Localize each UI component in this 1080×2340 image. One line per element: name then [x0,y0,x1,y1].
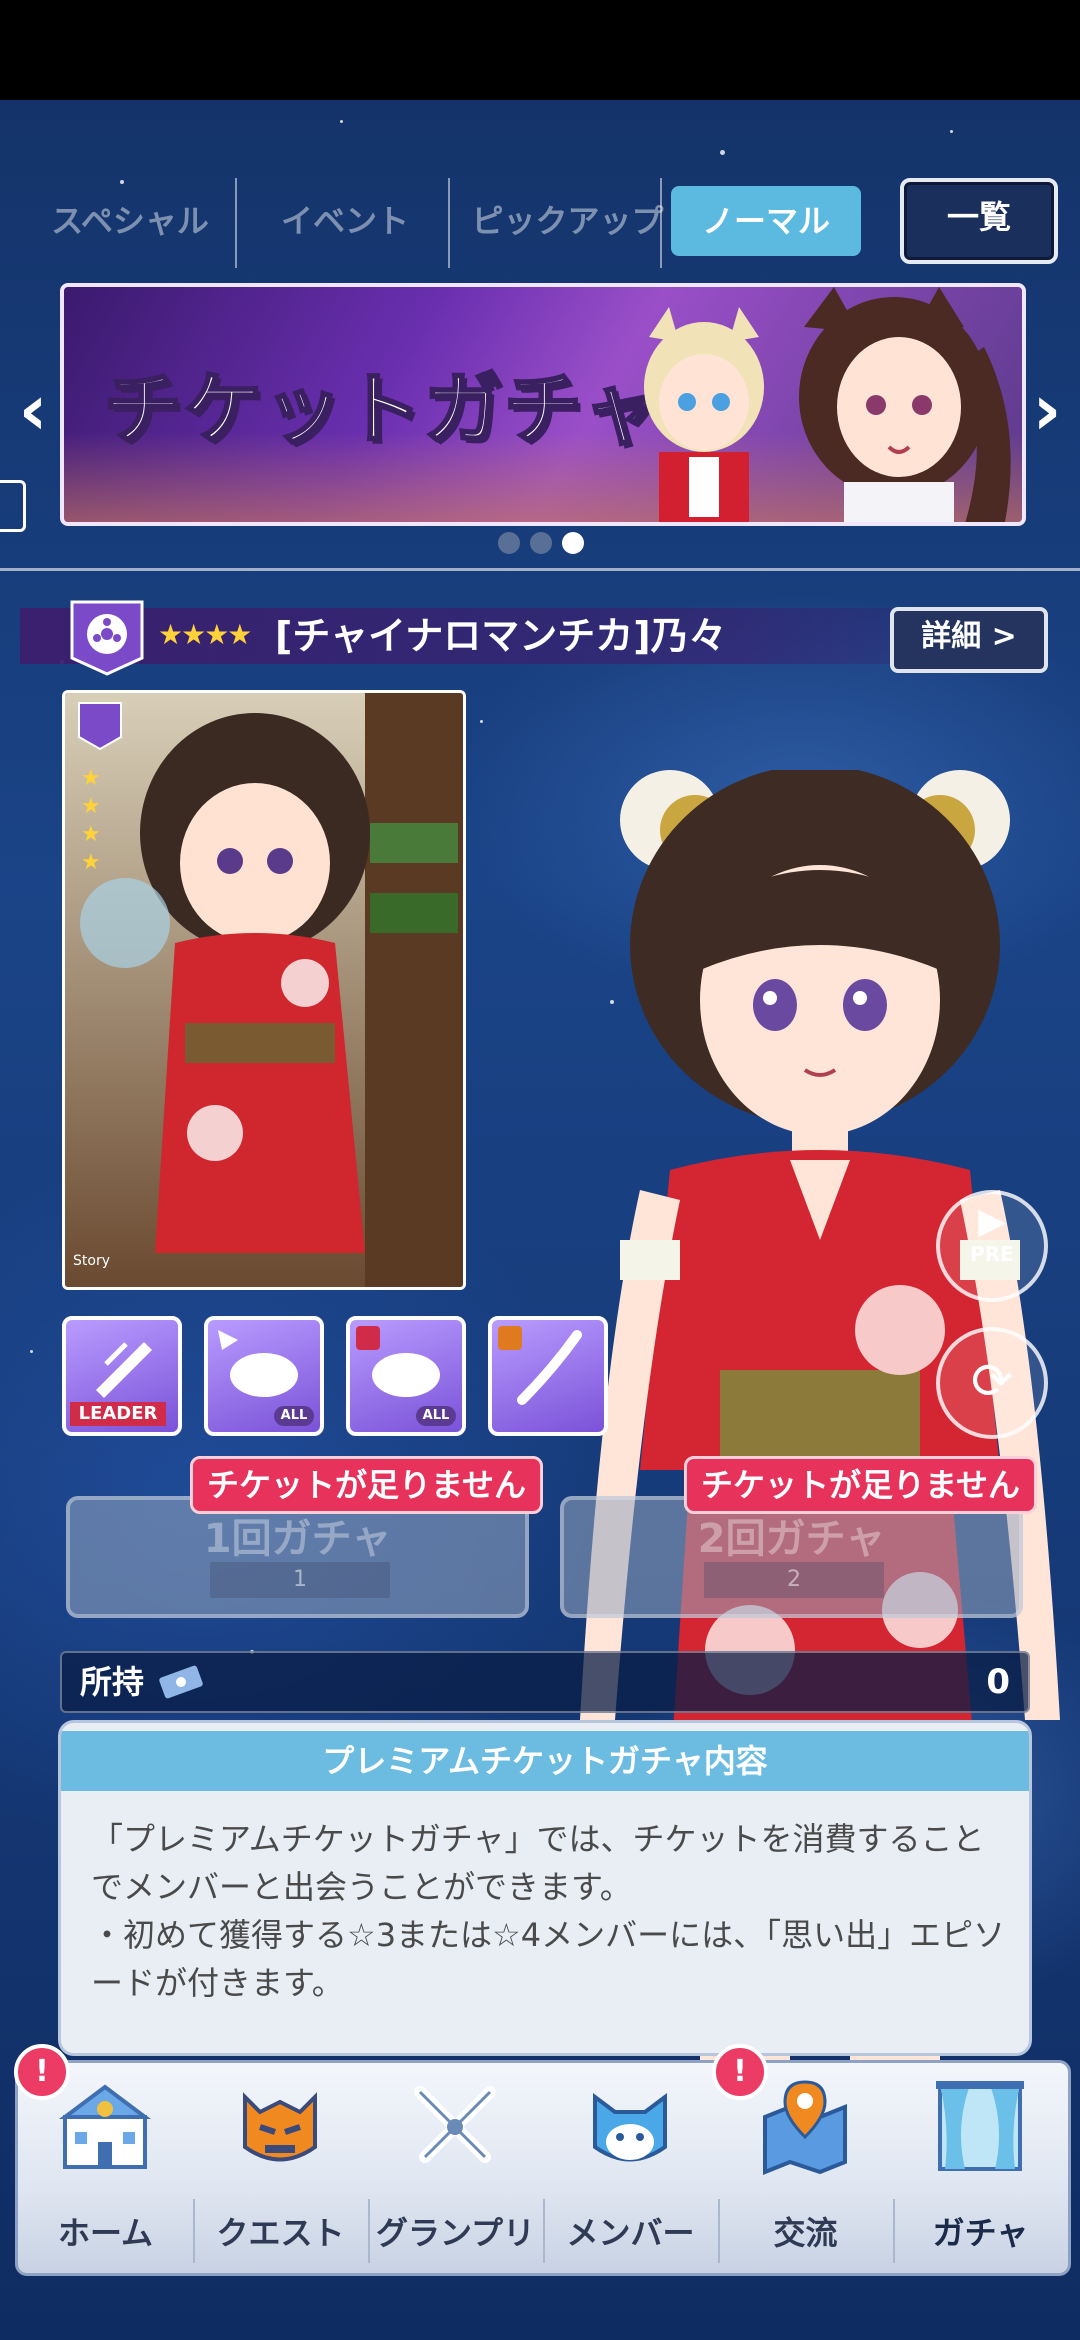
claw-slash-icon [498,1326,582,1405]
nav-grandprix[interactable]: グランプリ [368,2063,543,2273]
pagination-dot-active[interactable] [562,532,584,554]
info-panel-body: 「プレミアムチケットガチャ」では、チケットを消費することでメンバーと出会うことが… [91,1820,1006,2002]
rotate-view-button[interactable]: ⟳ [936,1327,1048,1439]
nav-label: 交流 [773,2214,838,2252]
double-gacha-button[interactable]: 2回ガチャ 2 [560,1496,1023,1618]
single-gacha-warning: チケットが足りません [190,1456,544,1514]
member-cat-icon [593,2093,667,2162]
voice-preview-button[interactable]: ▶ PRE [936,1190,1048,1302]
card-illustration[interactable]: ★ ★ ★ ★ Story [62,690,466,1290]
nav-gacha[interactable]: ガチャ [893,2063,1068,2273]
tab-event[interactable]: イベント [245,186,445,256]
cat-paw-icon [356,1326,440,1397]
nav-label: ガチャ [932,2214,1029,2252]
nav-member[interactable]: メンバー [543,2063,718,2273]
tab-separator [660,178,662,268]
nav-label: グランプリ [375,2214,536,2252]
pagination-dot[interactable] [530,532,552,554]
skill-icon-2[interactable]: ALL [204,1316,324,1436]
skill-icon-4[interactable] [488,1316,608,1436]
tab-separator [235,178,237,268]
banner-prev-arrow[interactable]: ‹ [8,370,58,450]
nav-label: メンバー [566,2214,695,2252]
tab-pickup[interactable]: ピックアップ [455,186,680,256]
tab-normal[interactable]: ノーマル [671,186,861,256]
bottom-navigation: ホーム クエスト グランプリ メンバー 交流 ガチャ [15,2060,1071,2276]
status-bar [0,0,1080,100]
nav-label: ホーム [57,2214,154,2252]
detail-button[interactable]: 詳細 > [890,607,1048,673]
rotate-icon: ⟳ [971,1352,1013,1410]
owned-tickets: 所持 0 [60,1651,1030,1713]
sword-icon [96,1342,152,1398]
home-notification-badge: ! [14,2044,70,2100]
single-gacha-cost: 1 [210,1562,390,1598]
pagination-dot[interactable] [498,532,520,554]
leader-tag: LEADER [70,1402,166,1426]
gacha-tabs: スペシャル イベント ピックアップ ノーマル 一覧 [30,178,1060,268]
card-art: ★ ★ ★ ★ [65,693,463,1287]
banner-character-catgirl [799,287,1011,522]
nav-label: クエスト [216,2214,345,2252]
skill-icon-leader[interactable]: LEADER [62,1316,182,1436]
section-divider [0,568,1080,571]
ticket-icon [159,1665,203,1699]
preview-label: PRE [970,1242,1014,1266]
banner-title: チケットガチャ [102,364,664,457]
info-panel-title: プレミアムチケットガチャ内容 [61,1731,1029,1791]
double-gacha-warning: チケットが足りません [684,1456,1038,1514]
double-gacha-cost: 2 [704,1562,884,1598]
demon-mask-icon [243,2092,317,2162]
cat-paw-icon [218,1330,298,1397]
crossed-swords-icon [414,2086,496,2163]
card-name: [チャイナロマンチカ]乃々 [275,614,727,658]
svg-text:★: ★ [81,850,101,875]
banner-pagination [498,532,588,556]
curtain-window-icon [936,2081,1024,2171]
single-gacha-title: 1回ガチャ [203,1516,392,1562]
svg-text:★: ★ [81,766,101,791]
nav-quest[interactable]: クエスト [193,2063,368,2273]
banner-next-arrow[interactable]: › [1022,370,1072,450]
school-icon [59,2084,151,2169]
svg-text:★: ★ [81,794,101,819]
tab-special[interactable]: スペシャル [30,186,230,256]
skill-scope-tag: ALL [274,1406,314,1426]
attribute-icon [70,600,144,676]
skill-scope-tag: ALL [416,1406,456,1426]
banner-edge-handle [0,480,26,532]
owned-label: 所持 [80,1663,145,1701]
rarity-stars: ★★★★ [158,618,252,651]
gacha-banner[interactable]: チケットガチャ [60,283,1026,526]
map-pin-icon [763,2080,847,2175]
list-button[interactable]: 一覧 [900,178,1058,264]
single-gacha-button[interactable]: 1回ガチャ 1 [66,1496,529,1618]
double-gacha-title: 2回ガチャ [697,1516,886,1562]
skill-icon-3[interactable]: ALL [346,1316,466,1436]
exchange-notification-badge: ! [712,2044,768,2100]
story-label: Story [73,1253,110,1269]
owned-count: 0 [986,1662,1010,1702]
svg-text:★: ★ [81,822,101,847]
tab-separator [448,178,450,268]
gacha-info-panel: プレミアムチケットガチャ内容 「プレミアムチケットガチャ」では、チケットを消費す… [58,1720,1032,2056]
